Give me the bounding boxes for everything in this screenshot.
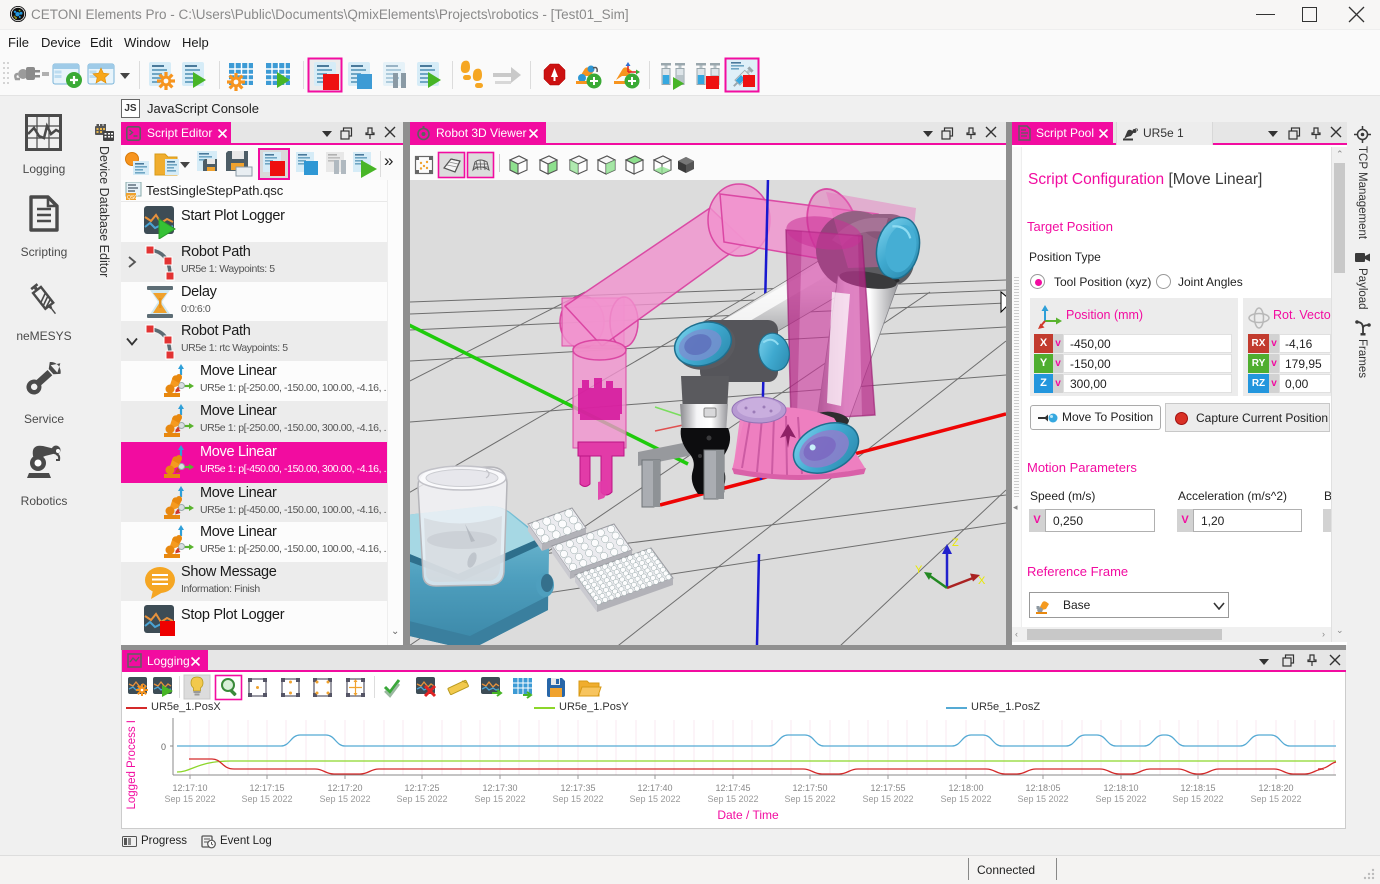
svg-text:Sep 15 2022: Sep 15 2022	[474, 794, 525, 804]
svg-text:Sep 15 2022: Sep 15 2022	[1250, 794, 1301, 804]
svg-text:12:17:20: 12:17:20	[327, 783, 362, 793]
svg-text:Sep 15 2022: Sep 15 2022	[552, 794, 603, 804]
svg-text:Sep 15 2022: Sep 15 2022	[164, 794, 215, 804]
svg-text:Sep 15 2022: Sep 15 2022	[629, 794, 680, 804]
svg-text:Y: Y	[915, 564, 923, 576]
svg-text:Z: Z	[952, 537, 959, 549]
svg-text:Sep 15 2022: Sep 15 2022	[1172, 794, 1223, 804]
svg-text:QSC: QSC	[127, 195, 138, 200]
svg-text:12:17:30: 12:17:30	[482, 783, 517, 793]
svg-text:12:18:20: 12:18:20	[1258, 783, 1293, 793]
svg-text:12:17:40: 12:17:40	[637, 783, 672, 793]
svg-text:X: X	[978, 575, 986, 587]
svg-text:12:17:35: 12:17:35	[560, 783, 595, 793]
svg-text:12:18:00: 12:18:00	[948, 783, 983, 793]
svg-text:Date / Time: Date / Time	[717, 808, 779, 822]
svg-text:12:17:10: 12:17:10	[172, 783, 207, 793]
svg-text:12:17:15: 12:17:15	[249, 783, 284, 793]
svg-text:Sep 15 2022: Sep 15 2022	[1017, 794, 1068, 804]
svg-text:Sep 15 2022: Sep 15 2022	[241, 794, 292, 804]
svg-text:12:17:50: 12:17:50	[792, 783, 827, 793]
svg-text:Sep 15 2022: Sep 15 2022	[862, 794, 913, 804]
svg-text:0: 0	[161, 742, 166, 752]
svg-text:12:17:55: 12:17:55	[870, 783, 905, 793]
svg-text:Sep 15 2022: Sep 15 2022	[319, 794, 370, 804]
svg-text:Sep 15 2022: Sep 15 2022	[940, 794, 991, 804]
svg-text:12:18:05: 12:18:05	[1025, 783, 1060, 793]
svg-text:12:18:10: 12:18:10	[1103, 783, 1138, 793]
svg-text:Sep 15 2022: Sep 15 2022	[707, 794, 758, 804]
svg-text:Sep 15 2022: Sep 15 2022	[396, 794, 447, 804]
svg-text:Sep 15 2022: Sep 15 2022	[1095, 794, 1146, 804]
svg-text:12:17:45: 12:17:45	[715, 783, 750, 793]
svg-text:12:18:15: 12:18:15	[1180, 783, 1215, 793]
svg-text:Sep 15 2022: Sep 15 2022	[784, 794, 835, 804]
svg-text:12:17:25: 12:17:25	[404, 783, 439, 793]
